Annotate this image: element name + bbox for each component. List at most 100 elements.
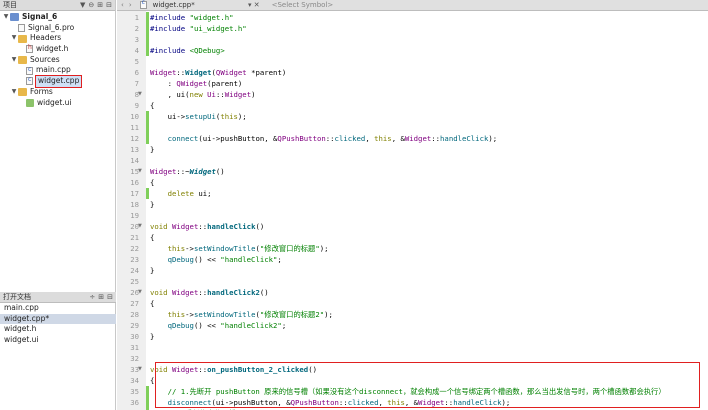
split-icon[interactable]: ⊞: [98, 293, 104, 301]
filter-icon[interactable]: ▼: [80, 1, 85, 9]
forward-arrow-icon[interactable]: ›: [129, 1, 132, 9]
line-number: 5: [134, 57, 139, 66]
code-line[interactable]: Widget::Widget(QWidget *parent): [150, 67, 286, 78]
tree-item[interactable]: Signal_6.pro: [0, 23, 115, 34]
code-line[interactable]: }: [150, 265, 154, 276]
tree-item-label: Signal_6: [22, 12, 58, 21]
sort-icon[interactable]: ÷: [89, 293, 95, 301]
change-marker: [146, 397, 149, 408]
code-line[interactable]: Widget::~Widget(): [150, 166, 225, 177]
fold-arrow-icon[interactable]: ▼: [138, 89, 142, 100]
tree-item[interactable]: widget.h: [0, 43, 115, 55]
tree-item[interactable]: ▼ Sources: [0, 55, 115, 66]
line-number: 25: [130, 277, 139, 286]
expand-arrow-icon[interactable]: ▼: [10, 55, 18, 66]
tree-item[interactable]: ▼ Headers: [0, 33, 115, 44]
code-line[interactable]: qDebug() << "handleClick2";: [150, 320, 287, 331]
line-number: 21: [130, 233, 139, 242]
close-tab-icon[interactable]: ▾ ✕: [248, 1, 260, 9]
code-line[interactable]: : QWidget(parent): [150, 78, 243, 89]
line-number: 28: [130, 310, 139, 319]
line-number: 10: [130, 112, 139, 121]
folder-icon: [18, 56, 27, 65]
line-number: 34: [130, 376, 139, 385]
code-line[interactable]: {: [150, 100, 154, 111]
open-document-item[interactable]: widget.ui: [0, 335, 116, 346]
project-panel: 项目 ▼ ⊖ ⊞ ⊟ ▼ Signal_6 Signal_6.pro ▼ Headers…: [0, 0, 116, 410]
tree-item[interactable]: ▼ Signal_6: [0, 12, 115, 23]
open-documents-panel: 打开文档 ÷ ⊞ ⊟ main.cpp widget.cpp* widget.h wi…: [0, 292, 116, 346]
change-marker: [146, 188, 149, 199]
expand-arrow-icon[interactable]: ▼: [10, 33, 18, 44]
tree-item[interactable]: ▼ Forms: [0, 87, 115, 98]
ui-file-icon: [26, 98, 34, 107]
line-number: 16: [130, 178, 139, 187]
code-line[interactable]: this->setWindowTitle("修改窗口的标题");: [150, 243, 329, 254]
open-documents-list: main.cpp widget.cpp* widget.h widget.ui: [0, 303, 116, 346]
close-icon[interactable]: ⊟: [106, 1, 112, 9]
fold-arrow-icon[interactable]: ▼: [138, 166, 142, 177]
tree-item-label: Forms: [30, 86, 53, 96]
tree-item-label: Signal_6.pro: [28, 22, 75, 32]
tree-item[interactable]: widget.ui: [0, 98, 115, 109]
code-line[interactable]: qDebug() << "handleClick";: [150, 254, 282, 265]
tree-item[interactable]: widget.cpp: [0, 75, 115, 88]
fold-arrow-icon[interactable]: ▼: [138, 221, 142, 232]
tree-item-label: widget.ui: [37, 97, 72, 107]
document-tab[interactable]: widget.cpp* ▾ ✕: [136, 0, 266, 9]
code-line[interactable]: }: [150, 331, 154, 342]
code-line[interactable]: , ui(new Ui::Widget): [150, 89, 256, 100]
code-line[interactable]: delete ui;: [150, 188, 212, 199]
line-number: 31: [130, 343, 139, 352]
code-line[interactable]: {: [150, 232, 154, 243]
code-line[interactable]: #include "widget.h": [150, 12, 234, 23]
code-line[interactable]: connect(ui->pushButton, &QPushButton::cl…: [150, 133, 498, 144]
code-line[interactable]: void Widget::handleClick(): [150, 221, 264, 232]
tree-item-label: main.cpp: [36, 65, 71, 75]
line-number: 3: [134, 35, 139, 44]
line-number: 12: [130, 134, 139, 143]
open-document-item[interactable]: widget.cpp*: [0, 313, 116, 325]
line-number: 30: [130, 332, 139, 341]
open-document-item[interactable]: widget.h: [0, 324, 116, 335]
project-tree: ▼ Signal_6Signal_6.pro ▼ Headerswidget.h ▼ So…: [0, 11, 115, 108]
folder-icon: [18, 34, 27, 43]
expand-arrow-icon[interactable]: ▼: [10, 87, 18, 98]
fold-arrow-icon[interactable]: ▼: [138, 364, 142, 375]
link-icon[interactable]: ⊖: [88, 1, 94, 9]
change-marker: [146, 111, 149, 122]
code-line[interactable]: #include <QDebug>: [150, 45, 225, 56]
back-arrow-icon[interactable]: ‹: [121, 1, 124, 9]
line-number: 9: [134, 101, 139, 110]
code-line[interactable]: }: [150, 144, 154, 155]
code-editor: ‹ › widget.cpp* ▾ ✕ <Select Symbol> 12 34…: [117, 0, 708, 410]
expand-arrow-icon[interactable]: ▼: [2, 12, 10, 23]
fold-arrow-icon[interactable]: ▼: [138, 287, 142, 298]
code-line[interactable]: }: [150, 199, 154, 210]
open-document-item[interactable]: main.cpp: [0, 303, 116, 314]
line-number-gutter: 1 2 3 4 5 6 7 8 ▼ 9 10 11 12 13 14 15 ▼ 16 17 18 19 20 ▼ 21 22 23…: [117, 11, 146, 410]
line-number: 24: [130, 266, 139, 275]
change-marker: [146, 12, 149, 23]
cpp-file-icon: [26, 65, 33, 75]
project-panel-title: 项目: [3, 1, 17, 9]
cpp-file-icon: [26, 75, 33, 86]
code-area[interactable]: 1 2 3 4 5 6 7 8 ▼ 9 10 11 12 13 14 15 ▼ 16 17 18 19 20 ▼ 21 22 23…: [117, 11, 708, 410]
line-number: 22: [130, 244, 139, 253]
code-line[interactable]: #include "ui_widget.h": [150, 23, 247, 34]
tree-item[interactable]: main.cpp: [0, 65, 115, 76]
code-line[interactable]: {: [150, 298, 154, 309]
pro-file-icon: [18, 24, 25, 33]
symbol-selector[interactable]: <Select Symbol>: [266, 1, 334, 9]
project-icon: [10, 13, 19, 22]
code-line[interactable]: this->setWindowTitle("修改窗口的标题2");: [150, 309, 333, 320]
code-line[interactable]: ui->setupUi(this);: [150, 111, 247, 122]
code-line[interactable]: void Widget::handleClick2(): [150, 287, 269, 298]
code-line[interactable]: {: [150, 375, 154, 386]
change-marker: [146, 23, 149, 34]
tree-item-label: Sources: [30, 54, 60, 64]
code-line[interactable]: {: [150, 177, 154, 188]
split-icon[interactable]: ⊞: [97, 1, 103, 9]
close-icon[interactable]: ⊟: [107, 293, 113, 301]
line-number: 23: [130, 255, 139, 264]
